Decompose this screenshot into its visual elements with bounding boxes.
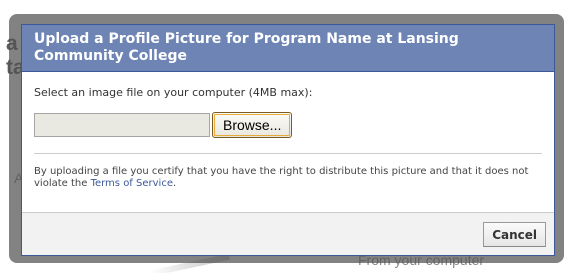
file-path-field[interactable] xyxy=(34,113,210,137)
dialog-title: Upload a Profile Picture for Program Nam… xyxy=(34,31,459,64)
dialog-footer: Cancel xyxy=(22,212,554,255)
terms-of-service-link[interactable]: Terms of Service xyxy=(91,178,173,189)
terms-notice-suffix: . xyxy=(172,178,177,189)
cancel-button[interactable]: Cancel xyxy=(483,222,546,247)
dialog-header: Upload a Profile Picture for Program Nam… xyxy=(22,25,554,72)
divider xyxy=(34,153,542,154)
browse-button[interactable]: Browse... xyxy=(212,112,293,138)
terms-notice: By uploading a file you certify that you… xyxy=(34,166,542,190)
dialog-body: Select an image file on your computer (4… xyxy=(22,72,554,190)
file-input-row: Browse... xyxy=(34,112,542,138)
upload-profile-picture-dialog: Upload a Profile Picture for Program Nam… xyxy=(21,24,555,256)
file-input-label: Select an image file on your computer (4… xyxy=(34,86,313,99)
